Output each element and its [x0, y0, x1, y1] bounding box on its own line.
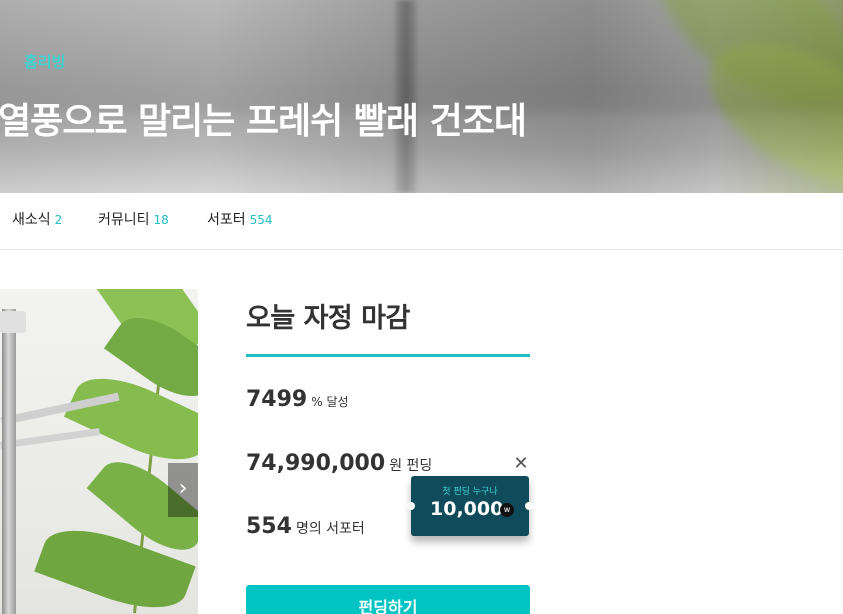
funded-amount: 74,990,000 원 펀딩 — [246, 451, 432, 476]
progress-rule — [246, 354, 530, 357]
tab-supporters[interactable]: 서포터 554 — [207, 193, 273, 249]
tab-community[interactable]: 커뮤니티 18 — [98, 193, 169, 249]
tab-news-count: 2 — [54, 213, 63, 227]
chevron-right-icon: › — [178, 476, 188, 501]
funded-amount-value: 74,990,000 — [246, 451, 386, 476]
fund-button[interactable]: 펀딩하기 — [246, 585, 530, 614]
first-funding-coupon[interactable]: 첫 펀딩 누구나 10,000 w — [407, 476, 533, 536]
achievement-rate-value: 7499 — [246, 387, 308, 412]
product-image — [0, 289, 198, 614]
tab-community-count: 18 — [153, 213, 169, 227]
tab-supporters-count: 554 — [249, 213, 273, 227]
tab-supporters-label: 서포터 — [207, 212, 246, 228]
project-tab-bar: 새소식 2 커뮤니티 18 서포터 554 — [0, 193, 843, 250]
supporter-count-unit: 명의 서포터 — [295, 521, 365, 537]
coupon-label: 첫 펀딩 누구나 — [442, 487, 498, 497]
tab-community-label: 커뮤니티 — [98, 212, 150, 228]
hero-banner: 홈리빙 열풍으로 말리는 프레쉬 빨래 건조대 — [0, 0, 843, 193]
close-icon[interactable]: ✕ — [513, 455, 529, 473]
achievement-rate-unit: % 달성 — [311, 395, 349, 409]
coupon-notch — [525, 502, 533, 510]
supporter-count: 554 명의 서포터 — [246, 514, 365, 539]
supporter-count-value: 554 — [246, 514, 292, 539]
project-category[interactable]: 홈리빙 — [24, 51, 65, 72]
tab-news[interactable]: 새소식 2 — [12, 193, 62, 249]
project-title: 열풍으로 말리는 프레쉬 빨래 건조대 — [0, 101, 527, 142]
won-icon: w — [500, 503, 514, 517]
carousel-next-button[interactable]: › — [168, 463, 198, 517]
funded-amount-unit: 원 펀딩 — [389, 458, 433, 474]
deadline-text: 오늘 자정 마감 — [246, 303, 410, 334]
coupon-notch — [407, 502, 415, 510]
coupon-amount: 10,000 — [430, 498, 504, 520]
tab-news-label: 새소식 — [12, 212, 51, 228]
achievement-rate: 7499% 달성 — [246, 387, 349, 412]
rack-clip — [0, 311, 26, 333]
rack-pole — [2, 309, 16, 614]
